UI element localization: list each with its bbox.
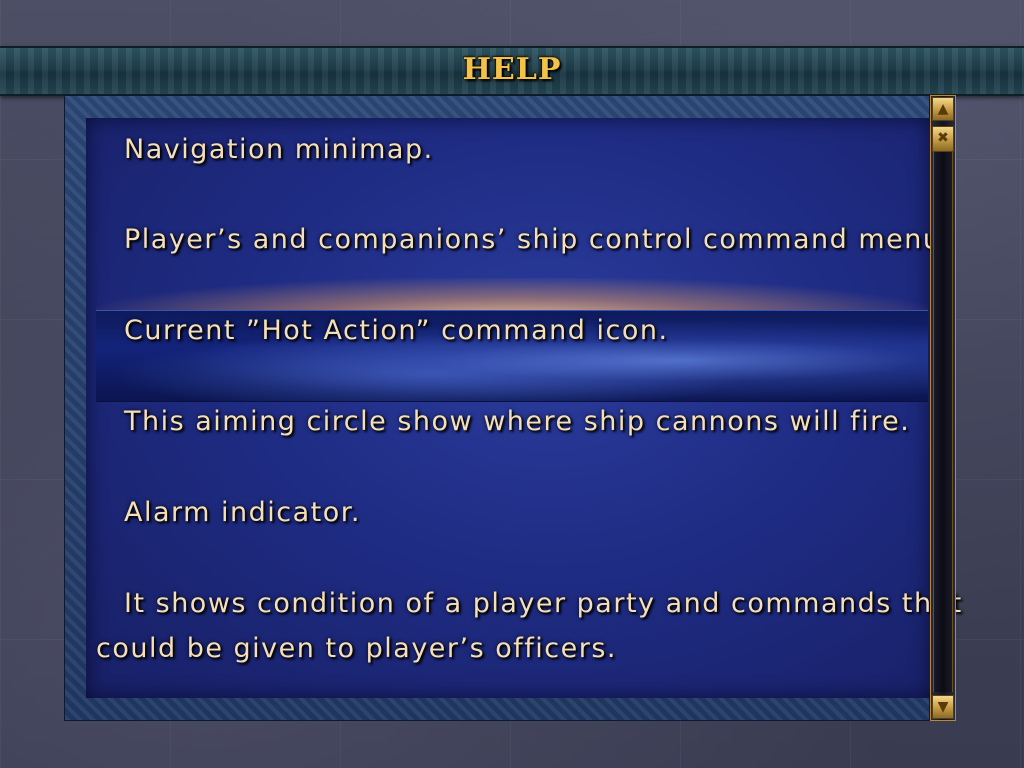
chevron-up-icon[interactable]: ▲ (932, 97, 954, 121)
title-bar: HELP (0, 46, 1024, 96)
help-item-command-menu[interactable]: Player’s and companions’ ship control co… (124, 224, 952, 255)
help-item-minimap[interactable]: Navigation minimap. (124, 134, 434, 165)
help-item-aiming-circle[interactable]: This aiming circle show where ship canno… (124, 406, 910, 437)
scroll-thumb[interactable]: ✖ (932, 126, 954, 152)
help-item-party-condition-continued[interactable]: could be given to player’s officers. (96, 633, 617, 664)
scroll-track[interactable] (933, 152, 953, 692)
help-item-hot-action[interactable]: Current ”Hot Action” command icon. (124, 315, 669, 346)
chevron-down-icon[interactable]: ▼ (932, 695, 954, 719)
help-item-alarm[interactable]: Alarm indicator. (124, 497, 361, 528)
page-title: HELP (462, 52, 562, 87)
help-item-party-condition[interactable]: It shows condition of a player party and… (124, 588, 963, 619)
